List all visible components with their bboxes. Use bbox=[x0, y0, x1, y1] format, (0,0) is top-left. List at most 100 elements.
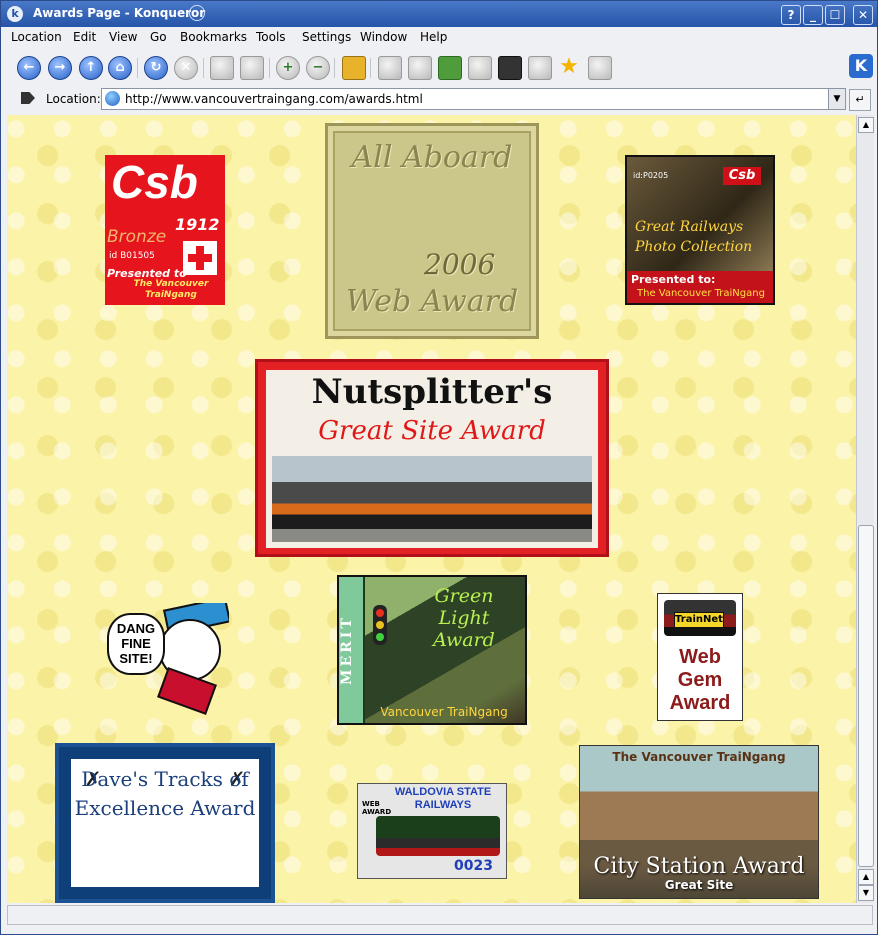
konqueror-window: k Awards Page - Konqueror ? _ ☐ ✕ Locati… bbox=[0, 0, 878, 935]
zoom-out-icon[interactable]: − bbox=[306, 56, 330, 80]
traffic-signal-icon bbox=[373, 605, 387, 645]
forward-icon[interactable]: → bbox=[48, 56, 72, 80]
menu-help[interactable]: Help bbox=[420, 30, 447, 44]
up-arrow-icon: ↑ bbox=[85, 60, 97, 75]
reload-glyph-icon: ↻ bbox=[150, 60, 162, 75]
url-history-dropdown[interactable]: ▼ bbox=[828, 88, 846, 110]
menu-view[interactable]: View bbox=[109, 30, 137, 44]
bookmark-edit-icon[interactable] bbox=[378, 56, 402, 80]
scroll-up-arrow-icon[interactable]: ▲ bbox=[858, 869, 874, 885]
csb-recipient: The Vancouver TraiNgang bbox=[133, 279, 209, 300]
menu-tools[interactable]: Tools bbox=[256, 30, 286, 44]
print-icon[interactable] bbox=[210, 56, 234, 80]
new-window-icon[interactable] bbox=[528, 56, 552, 80]
home-icon[interactable]: ⌂ bbox=[108, 56, 132, 80]
award-green-light[interactable]: MERIT Green Light Award Vancouver TraiNg… bbox=[337, 575, 527, 725]
award-daves-tracks[interactable]: ✗ ✗ Dave's Tracks of Excellence Award bbox=[55, 743, 275, 903]
upload-icon[interactable] bbox=[438, 56, 462, 80]
find-icon[interactable] bbox=[240, 56, 264, 80]
minimize-button[interactable]: _ bbox=[803, 5, 823, 25]
clear-location-icon[interactable] bbox=[21, 92, 35, 104]
status-bar bbox=[7, 905, 873, 925]
nutsplitter-subtitle: Great Site Award bbox=[318, 416, 546, 446]
csb-logo-text: Csb bbox=[111, 156, 198, 208]
nutsplitter-panel: Nutsplitter's Great Site Award bbox=[266, 370, 598, 548]
menu-settings[interactable]: Settings bbox=[302, 30, 351, 44]
waldovia-number: 0023 bbox=[454, 858, 493, 874]
go-button[interactable]: ↵ bbox=[849, 89, 871, 111]
scroll-up-arrow-icon[interactable]: ▲ bbox=[858, 117, 874, 133]
up-icon[interactable]: ↑ bbox=[79, 56, 103, 80]
menu-location[interactable]: Location bbox=[11, 30, 62, 44]
back-arrow-icon: ← bbox=[23, 60, 35, 75]
railways-csb-tag: Csb bbox=[723, 167, 761, 185]
csb-year: 1912 bbox=[175, 215, 220, 234]
terminal-icon[interactable] bbox=[498, 56, 522, 80]
print-frame-icon[interactable] bbox=[408, 56, 432, 80]
menu-edit[interactable]: Edit bbox=[73, 30, 96, 44]
all-aboard-year: 2006 bbox=[424, 248, 496, 281]
swiss-cross-icon bbox=[183, 241, 217, 275]
konqueror-app-icon[interactable]: k bbox=[7, 6, 23, 22]
award-all-aboard[interactable]: All Aboard 2006 Web Award bbox=[325, 123, 539, 339]
back-icon[interactable]: ← bbox=[17, 56, 41, 80]
edit-icon[interactable] bbox=[468, 56, 492, 80]
home-glyph-icon: ⌂ bbox=[115, 60, 125, 75]
site-favicon-icon bbox=[105, 91, 120, 106]
close-button[interactable]: ✕ bbox=[853, 5, 873, 25]
location-bar: Location: http://www.vancouvertraingang.… bbox=[1, 87, 877, 111]
page-content: Csb 1912 Bronze id B01505 Presented to T… bbox=[7, 115, 856, 903]
security-lock-icon[interactable] bbox=[342, 56, 366, 80]
award-dang-fine-site[interactable]: DANG FINE SITE! bbox=[105, 603, 229, 717]
web-gem-text: Web Gem Award bbox=[669, 646, 731, 714]
scroll-down-arrow-icon[interactable]: ▼ bbox=[858, 885, 874, 901]
green-light-title: Green Light Award bbox=[433, 585, 495, 651]
bookmark-star-icon[interactable]: ★ bbox=[558, 56, 580, 78]
daves-panel: ✗ ✗ Dave's Tracks of Excellence Award bbox=[71, 759, 259, 887]
railways-presented: Presented to: bbox=[631, 273, 716, 286]
view-mode-icon[interactable] bbox=[588, 56, 612, 80]
award-csb-bronze[interactable]: Csb 1912 Bronze id B01505 Presented to T… bbox=[105, 155, 225, 305]
scrollbar-thumb[interactable] bbox=[858, 525, 874, 867]
city-station-title: City Station Award bbox=[593, 854, 805, 879]
merit-label: MERIT bbox=[339, 615, 355, 685]
railways-presented-band: Presented to: The Vancouver TraiNgang bbox=[627, 271, 773, 303]
green-light-caption: Vancouver TraiNgang bbox=[380, 705, 508, 719]
reload-icon[interactable]: ↻ bbox=[144, 56, 168, 80]
star-glyph-icon: ★ bbox=[559, 54, 579, 79]
window-title: Awards Page - Konqueror bbox=[33, 6, 206, 20]
toolbar-separator bbox=[334, 58, 335, 78]
trainnet-badge: TrainNet bbox=[674, 612, 724, 628]
maximize-button[interactable]: ☐ bbox=[825, 5, 845, 25]
toolbar-separator bbox=[137, 58, 138, 78]
vertical-scrollbar[interactable]: ▲ ▲ ▼ bbox=[856, 115, 874, 903]
sticky-icon[interactable] bbox=[189, 5, 205, 21]
menu-bookmarks[interactable]: Bookmarks bbox=[180, 30, 247, 44]
zoom-out-glyph-icon: − bbox=[312, 60, 324, 75]
help-button[interactable]: ? bbox=[781, 5, 801, 25]
award-trainnet-web-gem[interactable]: TrainNet Web Gem Award bbox=[657, 593, 743, 721]
menu-go[interactable]: Go bbox=[150, 30, 167, 44]
forward-arrow-icon: → bbox=[54, 60, 66, 75]
kde-logo-icon[interactable]: K bbox=[849, 54, 873, 78]
csb-level: Bronze bbox=[107, 227, 167, 247]
locomotive-photo bbox=[272, 456, 592, 542]
zoom-in-icon[interactable]: + bbox=[276, 56, 300, 80]
menu-window[interactable]: Window bbox=[360, 30, 407, 44]
award-great-railways[interactable]: Csb id:P0205 Great Railways Photo Collec… bbox=[625, 155, 775, 305]
award-city-station[interactable]: The Vancouver TraiNgang City Station Awa… bbox=[579, 745, 819, 899]
main-toolbar: ← → ↑ ⌂ ↻ ✕ + − ★ bbox=[1, 48, 877, 86]
toolbar-separator bbox=[269, 58, 270, 78]
url-input[interactable]: http://www.vancouvertraingang.com/awards… bbox=[101, 88, 829, 110]
menu-bar: Location Edit View Go Bookmarks Tools Se… bbox=[1, 27, 877, 47]
award-nutsplitter[interactable]: Nutsplitter's Great Site Award bbox=[255, 359, 609, 557]
railways-id: id:P0205 bbox=[633, 171, 669, 180]
location-label: Location: bbox=[46, 92, 101, 106]
city-station-recipient: The Vancouver TraiNgang bbox=[612, 750, 786, 764]
all-aboard-subtitle: Web Award bbox=[345, 284, 519, 319]
award-waldovia[interactable]: WALDOVIA STATE RAILWAYS WEB AWARD 0023 bbox=[357, 783, 507, 879]
csb-id: id B01505 bbox=[109, 251, 155, 261]
url-text: http://www.vancouvertraingang.com/awards… bbox=[125, 92, 423, 106]
stop-icon[interactable]: ✕ bbox=[174, 56, 198, 80]
railways-title: Great Railways Photo Collection bbox=[635, 219, 753, 255]
